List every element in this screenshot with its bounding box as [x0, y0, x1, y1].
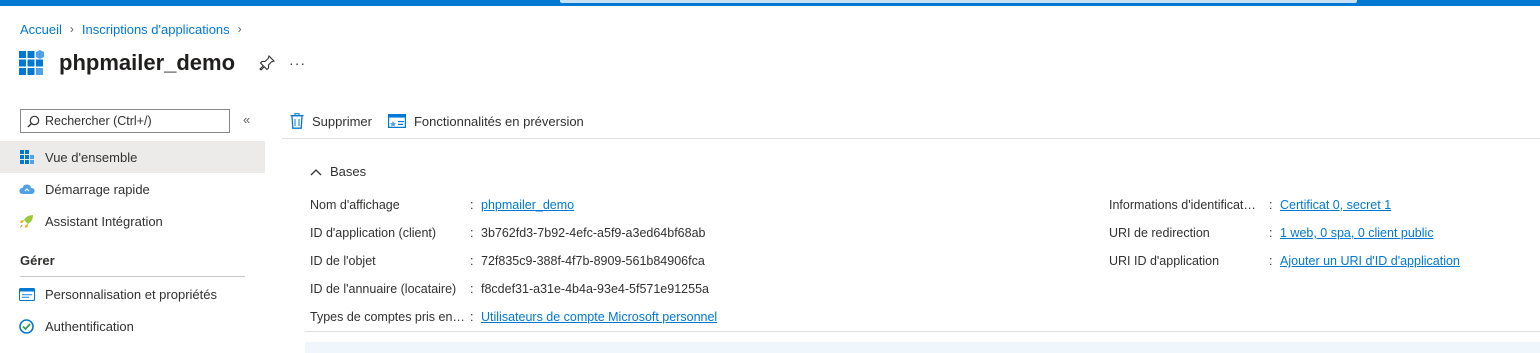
field-account-types: Types de comptes pris en… : Utilisateurs…	[310, 307, 717, 327]
page-title: phpmailer_demo	[59, 50, 236, 75]
section-divider	[20, 276, 245, 277]
pin-icon[interactable]	[259, 55, 276, 71]
application-id-value: 3b762fd3-7b92-4efc-a5f9-a3ed64bf68ab	[481, 226, 706, 240]
field-separator: :	[470, 226, 474, 240]
field-redirect-uri: URI de redirection : 1 web, 0 spa, 0 cli…	[1109, 223, 1434, 243]
sidebar-item-label: Assistant Intégration	[45, 213, 163, 229]
global-search-bar[interactable]	[560, 0, 1357, 3]
redirect-uri-link[interactable]: 1 web, 0 spa, 0 client public	[1280, 226, 1434, 240]
field-separator: :	[470, 198, 474, 212]
field-label: Types de comptes pris en…	[310, 310, 465, 324]
sidebar-item-label: Vue d'ensemble	[45, 149, 138, 165]
app-registration-icon	[19, 50, 44, 75]
search-placeholder: Rechercher (Ctrl+/)	[45, 114, 152, 128]
field-separator: :	[1269, 226, 1273, 240]
field-application-id-uri: URI ID d'application : Ajouter un URI d'…	[1109, 251, 1460, 271]
field-display-name: Nom d'affichage : phpmailer_demo	[310, 195, 574, 215]
sidebar-item-label: Démarrage rapide	[45, 181, 150, 197]
sidebar-item-integration-assistant[interactable]: Assistant Intégration	[0, 205, 265, 237]
sidebar-item-label: Authentification	[45, 318, 134, 334]
field-object-id: ID de l'objet : 72f835c9-388f-4f7b-8909-…	[310, 251, 705, 271]
sidebar-section-manage: Gérer	[20, 253, 55, 268]
breadcrumb-home[interactable]: Accueil	[20, 22, 62, 37]
credentials-link[interactable]: Certificat 0, secret 1	[1280, 198, 1391, 212]
branding-icon	[18, 286, 35, 303]
sidebar-item-branding[interactable]: Personnalisation et propriétés	[0, 278, 265, 310]
delete-label: Supprimer	[312, 113, 372, 129]
command-bar: Supprimer Fonctionnalités en préversion	[290, 108, 600, 134]
auth-icon	[18, 318, 35, 335]
sidebar: Rechercher (Ctrl+/) « Vue d'ensemble Dém…	[0, 100, 266, 353]
field-label: Informations d'identificat…	[1109, 198, 1256, 212]
page-header: phpmailer_demo ···	[18, 46, 306, 80]
trash-icon	[290, 113, 304, 129]
field-label: Nom d'affichage	[310, 198, 400, 212]
field-label: ID d'application (client)	[310, 226, 437, 240]
display-name-link[interactable]: phpmailer_demo	[481, 198, 574, 212]
sidebar-item-authentication[interactable]: Authentification	[0, 310, 265, 342]
field-separator: :	[470, 282, 474, 296]
sidebar-item-label: Personnalisation et propriétés	[45, 286, 217, 302]
field-credentials: Informations d'identificat… : Certificat…	[1109, 195, 1391, 215]
field-tenant-id: ID de l'annuaire (locataire) : f8cdef31-…	[310, 279, 709, 299]
main-content: Supprimer Fonctionnalités en préversion …	[282, 100, 1540, 353]
preview-features-label: Fonctionnalités en préversion	[413, 113, 584, 129]
field-separator: :	[1269, 254, 1273, 268]
field-separator: :	[470, 254, 474, 268]
sidebar-item-quickstart[interactable]: Démarrage rapide	[0, 173, 265, 205]
breadcrumb-app-registrations[interactable]: Inscriptions d'applications	[82, 22, 230, 37]
field-separator: :	[470, 310, 474, 324]
tenant-id-value: f8cdef31-a31e-4b4a-93e4-5f571e91255a	[481, 282, 709, 296]
field-separator: :	[1269, 198, 1273, 212]
collapse-sidebar-icon[interactable]: «	[243, 112, 250, 127]
object-id-value: 72f835c9-388f-4f7b-8909-561b84906fca	[481, 254, 705, 268]
essentials-label: Bases	[330, 164, 367, 179]
field-label: URI de redirection	[1109, 226, 1210, 240]
grid-icon	[18, 149, 35, 166]
field-label: ID de l'annuaire (locataire)	[310, 282, 457, 296]
preview-features-icon	[387, 114, 406, 128]
more-options-icon[interactable]: ···	[289, 55, 306, 71]
field-application-id: ID d'application (client) : 3b762fd3-7b9…	[310, 223, 706, 243]
sidebar-search-input[interactable]: Rechercher (Ctrl+/)	[20, 109, 230, 133]
search-icon	[27, 115, 40, 127]
essentials-divider	[305, 331, 1540, 332]
portal-top-bar	[0, 0, 1540, 6]
chevron-right-icon: ›	[69, 22, 74, 36]
sidebar-item-overview[interactable]: Vue d'ensemble	[0, 141, 265, 173]
field-label: URI ID d'application	[1109, 254, 1220, 268]
delete-button[interactable]: Supprimer	[290, 113, 372, 129]
toolbar-divider	[282, 138, 1540, 139]
cloud-icon	[18, 181, 35, 198]
info-banner	[305, 342, 1540, 353]
add-application-id-uri-link[interactable]: Ajouter un URI d'ID d'application	[1280, 254, 1460, 268]
chevron-right-icon: ›	[237, 22, 242, 36]
rocket-icon	[18, 213, 35, 230]
account-types-link[interactable]: Utilisateurs de compte Microsoft personn…	[481, 310, 717, 324]
breadcrumb: Accueil › Inscriptions d'applications ›	[20, 20, 250, 38]
preview-features-button[interactable]: Fonctionnalités en préversion	[387, 113, 584, 129]
field-label: ID de l'objet	[310, 254, 376, 268]
chevron-up-icon	[310, 168, 322, 175]
essentials-toggle[interactable]: Bases	[310, 164, 366, 179]
